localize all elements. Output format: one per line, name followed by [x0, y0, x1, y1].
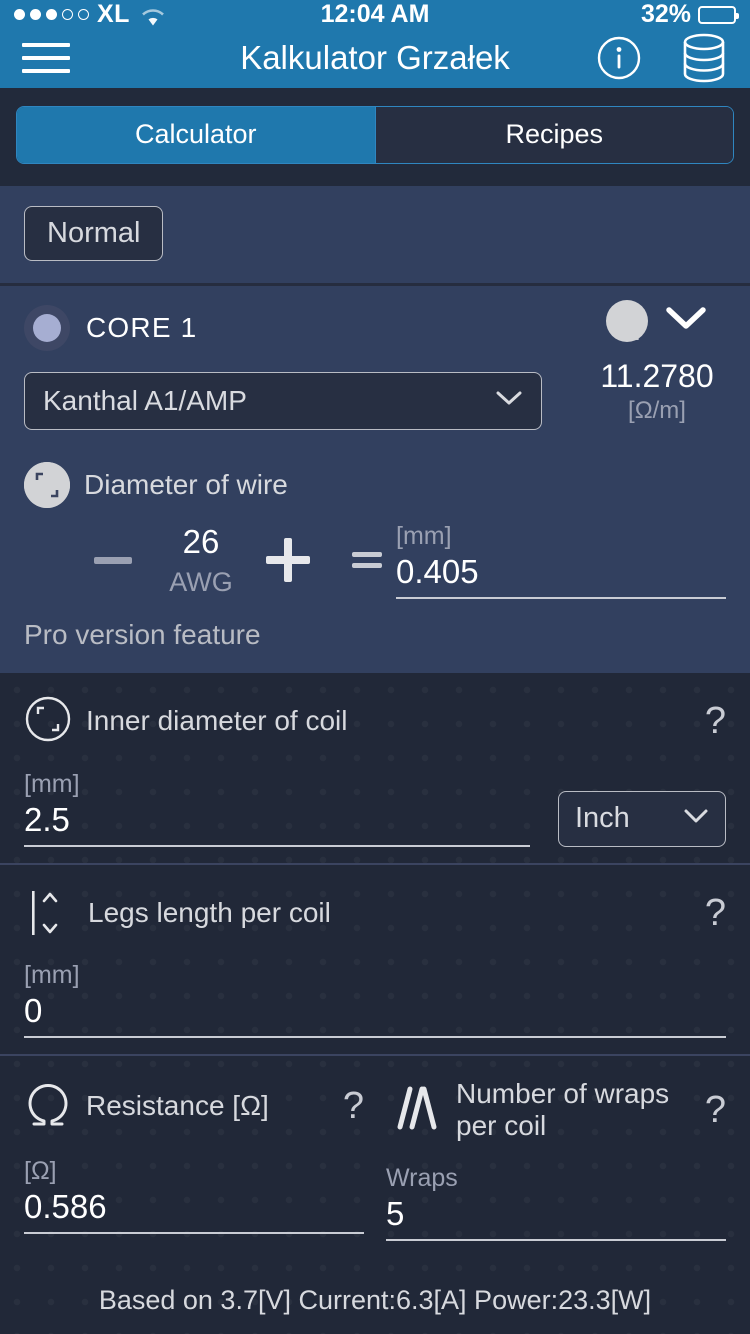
inner-diameter-unit: [mm]	[24, 769, 80, 798]
status-bar: XL 12:04 AM 32%	[0, 0, 750, 30]
inner-diameter-input[interactable]: [mm] 2.5	[24, 770, 530, 847]
wire-mm-value: 0.405	[396, 552, 479, 590]
equals-icon	[352, 550, 382, 570]
resistance-header: Resistance [Ω] ?	[24, 1078, 364, 1135]
awg-value: 26	[182, 522, 220, 560]
wire-diameter-header: Diameter of wire	[24, 461, 726, 508]
hamburger-menu-icon[interactable]	[22, 43, 70, 74]
battery-icon	[698, 5, 739, 24]
legs-length-input[interactable]: [mm] 0	[24, 961, 726, 1038]
legs-length-label: Legs length per coil	[88, 896, 331, 928]
diameter-filled-icon	[24, 461, 70, 508]
coil-settings-panel: Normal CORE 1 ? 11.2780	[0, 185, 750, 673]
wraps-body: Wraps 5	[386, 1164, 726, 1241]
clock: 12:04 AM	[320, 0, 430, 29]
field-underline	[24, 1035, 726, 1038]
unit-select-value: Inch	[575, 802, 630, 835]
resistance-wraps-row: Resistance [Ω] ? [Ω] 0.586 Number of wra…	[0, 1056, 750, 1257]
resistance-unit: [Ω]	[24, 1156, 57, 1185]
resistivity-unit: [Ω/m]	[628, 396, 686, 424]
core-resistivity: 11.2780 [Ω/m]	[582, 299, 732, 425]
inner-diameter-value: 2.5	[24, 800, 70, 838]
chevron-down-icon[interactable]	[664, 304, 708, 337]
wraps-input[interactable]: Wraps 5	[386, 1164, 726, 1241]
awg-increment-button[interactable]	[266, 538, 310, 583]
inner-diameter-label: Inner diameter of coil	[86, 705, 348, 737]
legs-length-help-icon[interactable]: ?	[705, 894, 726, 932]
inner-diameter-body: [mm] 2.5 Inch	[24, 770, 726, 847]
nav-actions	[596, 33, 728, 83]
resistance-value: 0.586	[24, 1187, 107, 1225]
wraps-column: Number of wraps per coil ? Wraps 5	[378, 1078, 726, 1241]
inner-diameter-header: Inner diameter of coil ?	[24, 695, 726, 748]
legs-length-row: Legs length per coil ? [mm] 0	[0, 865, 750, 1054]
tab-recipes[interactable]: Recipes	[374, 106, 733, 163]
awg-display: 26 AWG	[158, 523, 244, 598]
field-underline	[24, 844, 530, 847]
chevron-down-icon	[495, 389, 523, 412]
resistance-label: Resistance [Ω]	[86, 1090, 269, 1122]
chevron-down-icon	[683, 808, 709, 829]
pro-version-note: Pro version feature	[24, 618, 261, 650]
legs-length-body: [mm] 0	[24, 961, 726, 1038]
wraps-help-icon[interactable]: ?	[705, 1091, 726, 1129]
core-circle-icon	[24, 304, 70, 351]
wire-material-value: Kanthal A1/AMP	[43, 384, 247, 416]
core-label: CORE 1	[86, 311, 198, 343]
wire-mm-field[interactable]: [mm] 0.405	[396, 522, 726, 599]
awg-unit: AWG	[169, 566, 233, 597]
mode-button[interactable]: Normal	[24, 205, 164, 261]
field-underline	[24, 1231, 364, 1234]
mode-row: Normal	[0, 186, 750, 283]
inner-diameter-row: Inner diameter of coil ? [mm] 2.5 Inch	[0, 673, 750, 863]
legs-length-value: 0	[24, 991, 43, 1029]
field-underline	[396, 596, 726, 599]
inner-diameter-help-icon[interactable]: ?	[705, 702, 726, 740]
inner-diameter-unit-select[interactable]: Inch	[558, 790, 726, 847]
wire-mm-unit: [mm]	[396, 521, 452, 550]
wraps-value: 5	[386, 1195, 405, 1232]
wraps-unit: Wraps	[386, 1164, 458, 1192]
resistance-column: Resistance [Ω] ? [Ω] 0.586	[24, 1078, 378, 1241]
resistance-help-icon[interactable]: ?	[343, 1087, 364, 1125]
legs-length-header: Legs length per coil ?	[24, 887, 726, 939]
wire-diameter-label: Diameter of wire	[84, 468, 288, 500]
info-icon[interactable]	[596, 35, 642, 81]
coil-wraps-icon	[386, 1081, 442, 1138]
wraps-header: Number of wraps per coil ?	[386, 1078, 726, 1142]
resistivity-value: 11.2780	[600, 357, 714, 394]
wire-material-select[interactable]: Kanthal A1/AMP	[24, 371, 542, 430]
app-screen: XL 12:04 AM 32% Kalkulator Grzałek Calcu…	[0, 0, 750, 1334]
legs-length-icon	[24, 887, 74, 939]
tab-bar: Calculator Recipes	[0, 87, 750, 186]
segmented-control: Calculator Recipes	[16, 105, 734, 164]
power-summary: Based on 3.7[V] Current:6.3[A] Power:23.…	[98, 1285, 652, 1315]
navigation-bar: Kalkulator Grzałek	[0, 29, 750, 88]
field-underline	[386, 1239, 726, 1241]
diameter-outline-icon	[24, 695, 72, 748]
core-right-controls	[606, 299, 708, 342]
gray-circle-icon[interactable]	[606, 299, 648, 342]
database-icon[interactable]	[680, 33, 728, 83]
tab-calculator[interactable]: Calculator	[17, 106, 375, 163]
wire-diameter-section: Diameter of wire 26 AWG [mm] 0.405 Pro v…	[0, 456, 750, 673]
resistance-body: [Ω] 0.586	[24, 1157, 364, 1234]
wraps-label: Number of wraps per coil	[456, 1077, 670, 1141]
awg-stepper: 26 AWG [mm] 0.405	[24, 522, 726, 599]
coil-output-panel: Inner diameter of coil ? [mm] 2.5 Inch L…	[0, 672, 750, 1334]
omega-icon	[24, 1078, 72, 1135]
legs-length-unit: [mm]	[24, 960, 80, 989]
resistance-input[interactable]: [Ω] 0.586	[24, 1157, 364, 1234]
core-section: CORE 1 ? 11.2780 [Ω/m] Kanthal A1/AMP	[0, 286, 750, 456]
awg-decrement-button[interactable]	[94, 556, 132, 564]
